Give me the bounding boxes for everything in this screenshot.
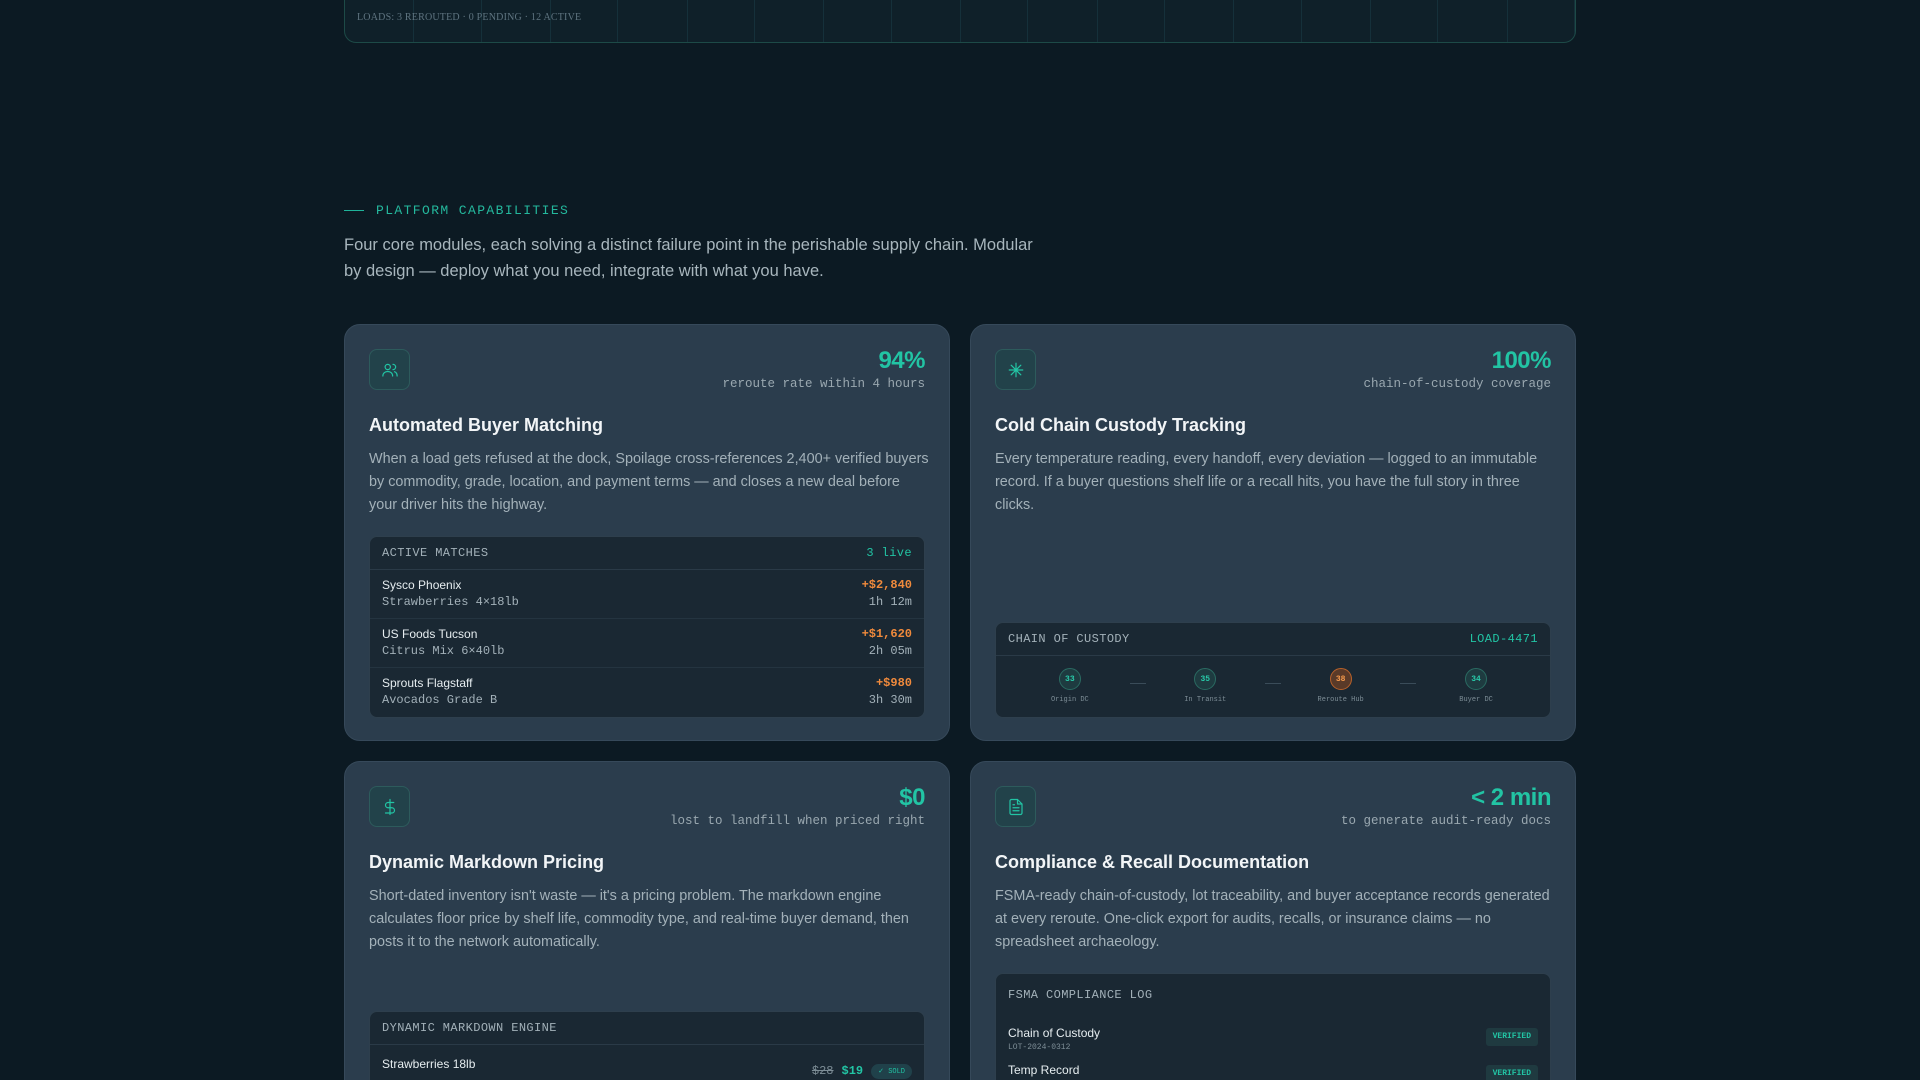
widget-title: DYNAMIC MARKDOWN ENGINE <box>382 1021 557 1035</box>
item-name: Strawberries 18lb <box>382 1057 476 1071</box>
new-price: $19 <box>841 1064 864 1078</box>
card-description: Short-dated inventory isn't waste — it's… <box>369 888 909 950</box>
time: 1h 12m <box>868 595 912 609</box>
connector <box>1400 683 1417 684</box>
match-row[interactable]: Sysco Phoenix Strawberries 4×18lb +$2,840… <box>370 570 924 619</box>
card-buyer-matching: 94% reroute rate within 4 hours Automate… <box>344 324 950 741</box>
custody-node[interactable]: 38 Reroute Hub <box>1301 668 1381 704</box>
section-eyebrow: PLATFORM CAPABILITIES <box>344 203 569 218</box>
node-label: Buyer DC <box>1459 696 1493 704</box>
time: 3h 30m <box>868 693 912 707</box>
connector <box>1129 683 1146 684</box>
stat-value: 100% <box>1491 347 1552 374</box>
node-label: In Transit <box>1184 696 1227 704</box>
stat-label: reroute rate within 4 hours <box>722 377 925 391</box>
match-row[interactable]: Sprouts Flagstaff Avocados Grade B +$980 3… <box>370 668 924 717</box>
card-title: Cold Chain Custody Tracking <box>995 415 1247 435</box>
old-price: $28 <box>811 1064 834 1078</box>
card-cold-chain: 100% chain-of-custody coverage Cold Chai… <box>970 324 1576 741</box>
match-row[interactable]: US Foods Tucson Citrus Mix 6×40lb +$1,620… <box>370 619 924 668</box>
loads-summary: LOADS: 3 REROUTED · 0 PENDING · 12 ACTIV… <box>357 12 582 23</box>
widget-header: FSMA COMPLIANCE LOG <box>996 974 1550 1016</box>
stat-label: chain-of-custody coverage <box>1363 377 1551 391</box>
verified-badge: VERIFIED <box>1485 1065 1538 1080</box>
chain-of-custody-widget: CHAIN OF CUSTODY LOAD-4471 33 Origin DC … <box>995 622 1551 718</box>
temp-dot: 35 <box>1194 668 1217 690</box>
product: Strawberries 4×18lb <box>382 595 519 609</box>
markdown-row[interactable]: Strawberries 18lb $28 $19 ✓ SOLD <box>370 1045 924 1080</box>
buyer-name: Sysco Phoenix <box>382 578 462 592</box>
card-title: Dynamic Markdown Pricing <box>369 852 605 872</box>
custody-node[interactable]: 34 Buyer DC <box>1436 668 1516 704</box>
fsma-log-widget: FSMA COMPLIANCE LOG Chain of Custody LOT-… <box>995 973 1551 1080</box>
markdown-engine-widget: DYNAMIC MARKDOWN ENGINE Strawberries 18l… <box>369 1011 925 1080</box>
stat: $0 lost to landfill when priced right <box>669 784 926 828</box>
temp-dot: 33 <box>1058 668 1081 690</box>
buyer-name: Sprouts Flagstaff <box>382 676 473 690</box>
card-markdown-pricing: $0 lost to landfill when priced right Dy… <box>344 761 950 1080</box>
node-label: Origin DC <box>1050 696 1089 704</box>
node-label: Reroute Hub <box>1317 696 1364 704</box>
widget-title: ACTIVE MATCHES <box>382 546 489 560</box>
widget-header: DYNAMIC MARKDOWN ENGINE <box>370 1012 924 1045</box>
product: Citrus Mix 6×40lb <box>382 644 505 658</box>
log-row[interactable]: Chain of Custody LOT-2024-0312 VERIFIED <box>996 1016 1550 1053</box>
log-row[interactable]: Temp Record VERIFIED <box>996 1053 1550 1080</box>
eyebrow-line <box>344 210 364 211</box>
active-matches-widget: ACTIVE MATCHES 3 live Sysco Phoenix Straw… <box>369 536 925 718</box>
users-icon <box>369 349 410 390</box>
stat: 100% chain-of-custody coverage <box>1363 347 1551 391</box>
card-title: Compliance & Recall Documentation <box>995 852 1310 872</box>
widget-header: CHAIN OF CUSTODY LOAD-4471 <box>996 623 1550 656</box>
card-compliance: < 2 min to generate audit-ready docs Com… <box>970 761 1576 1080</box>
document-icon <box>995 786 1036 827</box>
lot-id: LOT-2024-0312 <box>1008 1043 1071 1052</box>
live-count: 3 live <box>866 546 912 560</box>
load-status-panel: LOADS: 3 REROUTED · 0 PENDING · 12 ACTIV… <box>344 0 1576 43</box>
card-description: FSMA-ready chain-of-custody, lot traceab… <box>995 888 1550 950</box>
widget-header: ACTIVE MATCHES 3 live <box>370 537 924 570</box>
amount: +$1,620 <box>861 627 912 641</box>
stat: 94% reroute rate within 4 hours <box>722 347 925 391</box>
stat-value: 94% <box>878 347 925 374</box>
product: Avocados Grade B <box>382 693 498 707</box>
custody-timeline: 33 Origin DC 35 In Transit 38 Reroute Hu… <box>996 656 1550 716</box>
time: 2h 05m <box>868 644 912 658</box>
stat-label: to generate audit-ready docs <box>1340 814 1551 828</box>
stat-value: < 2 min <box>1471 784 1551 811</box>
connector <box>1264 683 1281 684</box>
buyer-name: US Foods Tucson <box>382 627 478 641</box>
stat: < 2 min to generate audit-ready docs <box>1340 784 1552 828</box>
temp-dot-warning: 38 <box>1329 668 1352 690</box>
stat-value: $0 <box>899 784 925 811</box>
snowflake-icon <box>995 349 1036 390</box>
widget-title: FSMA COMPLIANCE LOG <box>1008 988 1153 1002</box>
stat-label: lost to landfill when priced right <box>669 814 925 828</box>
temp-dot: 34 <box>1465 668 1488 690</box>
custody-node[interactable]: 33 Origin DC <box>1030 668 1110 704</box>
record-name: Temp Record <box>1008 1063 1080 1077</box>
eyebrow-text: PLATFORM CAPABILITIES <box>376 203 570 218</box>
card-description: Every temperature reading, every handoff… <box>995 451 1538 513</box>
record-name: Chain of Custody <box>1008 1026 1101 1040</box>
custody-node[interactable]: 35 In Transit <box>1165 668 1245 704</box>
load-id: LOAD-4471 <box>1469 632 1538 646</box>
sold-badge: ✓ SOLD <box>871 1063 912 1079</box>
amount: +$980 <box>875 676 912 690</box>
verified-badge: VERIFIED <box>1485 1028 1538 1046</box>
section-intro: Four core modules, each solving a distin… <box>344 236 1033 280</box>
card-title: Automated Buyer Matching <box>369 415 604 435</box>
widget-title: CHAIN OF CUSTODY <box>1008 632 1130 646</box>
amount: +$2,840 <box>861 578 912 592</box>
dollar-icon <box>369 786 410 827</box>
card-description: When a load gets refused at the dock, Sp… <box>369 451 929 513</box>
